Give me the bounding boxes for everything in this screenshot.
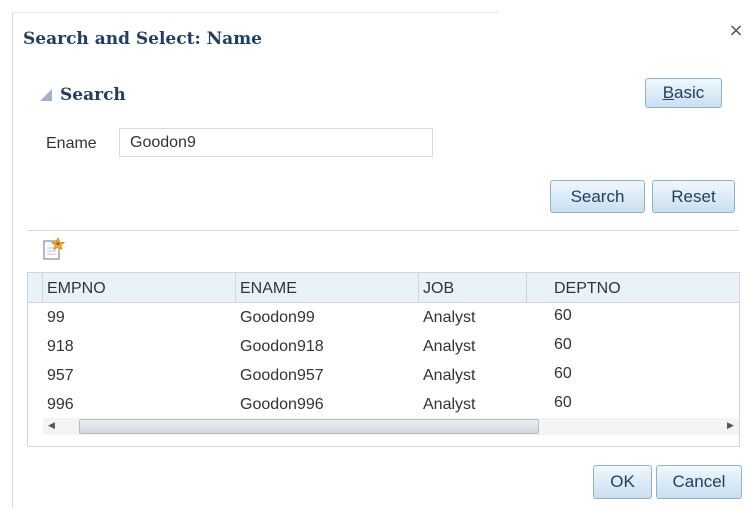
cancel-button[interactable]: Cancel (656, 465, 742, 499)
cell-ename: Goodon957 (240, 367, 324, 384)
ok-button[interactable]: OK (593, 465, 652, 499)
scroll-right-icon[interactable]: ▶ (722, 418, 739, 435)
search-section-header[interactable]: Search (60, 85, 126, 105)
horizontal-scrollbar[interactable]: ◀ ▶ (43, 418, 739, 435)
cell-deptno: 60 (554, 394, 572, 411)
results-table: EMPNO ENAME JOB DEPTNO 99 Goodon99 Analy… (27, 272, 740, 447)
create-row-icon[interactable] (41, 237, 65, 261)
table-row[interactable]: 918 Goodon918 Analyst 60 (28, 332, 739, 361)
column-header-job[interactable]: JOB (419, 273, 527, 302)
ename-label: Ename (46, 135, 97, 152)
column-header-deptno[interactable]: DEPTNO (550, 273, 739, 302)
cell-empno: 957 (47, 367, 74, 384)
ename-input[interactable] (119, 128, 433, 157)
collapse-triangle-icon[interactable] (40, 89, 52, 101)
dialog-border-top (12, 12, 499, 13)
table-row[interactable]: 957 Goodon957 Analyst 60 (28, 361, 739, 390)
dialog-border-left (12, 12, 13, 508)
scrollbar-thumb[interactable] (79, 419, 539, 434)
cell-ename: Goodon918 (240, 338, 324, 355)
cell-job: Analyst (423, 338, 476, 355)
column-header-ename[interactable]: ENAME (236, 273, 419, 302)
search-button[interactable]: Search (550, 180, 645, 213)
table-corner (28, 273, 43, 302)
cell-ename: Goodon99 (240, 309, 315, 326)
cell-empno: 99 (47, 309, 65, 326)
table-row[interactable]: 996 Goodon996 Analyst 60 (28, 390, 739, 419)
cell-deptno: 60 (554, 365, 572, 382)
close-icon[interactable]: × (728, 22, 744, 40)
table-header: EMPNO ENAME JOB DEPTNO (28, 273, 739, 303)
search-select-dialog: Search and Select: Name × Search Basic E… (0, 0, 745, 508)
scroll-left-icon[interactable]: ◀ (43, 418, 60, 435)
table-row[interactable]: 99 Goodon99 Analyst 60 (28, 303, 739, 332)
cell-job: Analyst (423, 309, 476, 326)
cell-empno: 918 (47, 338, 74, 355)
cell-job: Analyst (423, 367, 476, 384)
cell-deptno: 60 (554, 336, 572, 353)
section-divider (27, 230, 739, 231)
cell-ename: Goodon996 (240, 396, 324, 413)
cell-job: Analyst (423, 396, 476, 413)
dialog-title: Search and Select: Name (23, 29, 262, 49)
cell-deptno: 60 (554, 307, 572, 324)
column-header-empno[interactable]: EMPNO (43, 273, 236, 302)
cell-empno: 996 (47, 396, 74, 413)
reset-button[interactable]: Reset (652, 180, 735, 213)
basic-button[interactable]: Basic (645, 78, 722, 108)
